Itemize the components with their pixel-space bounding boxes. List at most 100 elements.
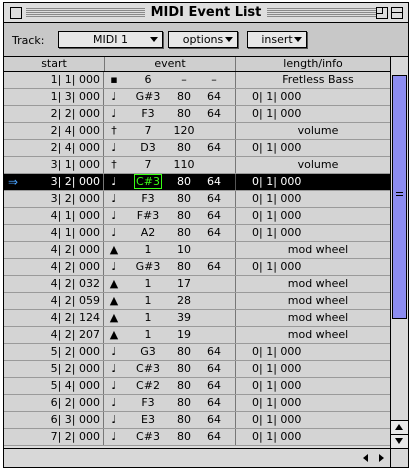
- table-row[interactable]: 2| 4| 000 ♩ D3 80 64 0| 1| 000: [4, 140, 390, 157]
- event-length-info[interactable]: mod wheel: [236, 310, 386, 326]
- event-value-2[interactable]: 10: [162, 242, 206, 258]
- event-value-2[interactable]: 120: [162, 123, 206, 139]
- event-value-3[interactable]: 64: [202, 174, 226, 190]
- event-value-1[interactable]: G#3: [134, 259, 162, 275]
- event-value-2[interactable]: 80: [162, 174, 206, 190]
- event-value-2[interactable]: 80: [162, 106, 206, 122]
- event-value-2[interactable]: 80: [162, 259, 206, 275]
- event-value-3[interactable]: –: [202, 72, 226, 88]
- event-value-3[interactable]: 64: [202, 395, 226, 411]
- event-value-3[interactable]: [202, 157, 226, 173]
- event-value-1[interactable]: 7: [134, 157, 162, 173]
- event-value-1[interactable]: F#3: [134, 208, 162, 224]
- event-value-2[interactable]: 19: [162, 327, 206, 343]
- event-value-1[interactable]: C#3: [134, 174, 162, 190]
- event-start[interactable]: 4| 2| 032: [4, 276, 104, 292]
- event-value-1[interactable]: A2: [134, 225, 162, 241]
- event-start[interactable]: 1| 3| 000: [4, 89, 104, 105]
- event-value-1[interactable]: C#3: [134, 361, 162, 377]
- event-value-3[interactable]: 64: [202, 412, 226, 428]
- event-value-1[interactable]: 1: [134, 242, 162, 258]
- close-box-icon[interactable]: [10, 7, 22, 19]
- scroll-right-arrow-icon[interactable]: [375, 452, 387, 464]
- event-start[interactable]: 4| 1| 000: [4, 208, 104, 224]
- event-start[interactable]: 6| 3| 000: [4, 412, 104, 428]
- table-row[interactable]: 5| 2| 000 ♩ C#3 80 64 0| 1| 000: [4, 361, 390, 378]
- table-row[interactable]: 2| 4| 000 † 7 120 volume: [4, 123, 390, 140]
- event-length-info[interactable]: 0| 1| 000: [236, 395, 390, 411]
- zoom-box-icon[interactable]: [376, 7, 388, 19]
- event-value-2[interactable]: 80: [162, 89, 206, 105]
- event-value-1[interactable]: 1: [134, 276, 162, 292]
- table-row[interactable]: 4| 2| 059 ▲ 1 28 mod wheel: [4, 293, 390, 310]
- event-value-2[interactable]: 80: [162, 429, 206, 445]
- table-row[interactable]: 4| 2| 000 ♩ G#3 80 64 0| 1| 000: [4, 259, 390, 276]
- insert-menu[interactable]: insert: [247, 31, 307, 48]
- table-row[interactable]: 5| 4| 000 ♩ C#2 80 64 0| 1| 000: [4, 378, 390, 395]
- table-row[interactable]: 4| 1| 000 ♩ F#3 80 64 0| 1| 000: [4, 208, 390, 225]
- event-length-info[interactable]: mod wheel: [236, 276, 386, 292]
- event-length-info[interactable]: 0| 1| 000: [236, 344, 390, 360]
- event-start[interactable]: 6| 2| 000: [4, 395, 104, 411]
- event-length-info[interactable]: 0| 1| 000: [236, 191, 390, 207]
- event-value-1[interactable]: D3: [134, 140, 162, 156]
- table-row[interactable]: 4| 2| 207 ▲ 1 19 mod wheel: [4, 327, 390, 344]
- event-value-3[interactable]: 64: [202, 140, 226, 156]
- column-header-length-info[interactable]: length/info: [236, 57, 390, 71]
- track-select[interactable]: MIDI 1: [58, 31, 163, 48]
- event-value-2[interactable]: 17: [162, 276, 206, 292]
- table-row[interactable]: 4| 2| 124 ▲ 1 39 mod wheel: [4, 310, 390, 327]
- event-length-info[interactable]: 0| 1| 000: [236, 225, 390, 241]
- event-start[interactable]: 4| 2| 059: [4, 293, 104, 309]
- table-row[interactable]: 3| 1| 000 † 7 110 volume: [4, 157, 390, 174]
- table-row[interactable]: 6| 3| 000 ♩ E3 80 64 0| 1| 000: [4, 412, 390, 429]
- event-value-2[interactable]: 80: [162, 361, 206, 377]
- scroll-down-arrow-icon[interactable]: [391, 434, 408, 448]
- table-row[interactable]: 1| 1| 000 ▪ 6– – Fretless Bass: [4, 72, 390, 89]
- event-value-1[interactable]: F3: [134, 395, 162, 411]
- options-menu[interactable]: options: [168, 31, 238, 48]
- event-length-info[interactable]: 0| 1| 000: [236, 106, 390, 122]
- event-length-info[interactable]: volume: [236, 157, 386, 173]
- event-start[interactable]: 5| 2| 000: [4, 344, 104, 360]
- event-value-3[interactable]: 64: [202, 344, 226, 360]
- event-length-info[interactable]: Fretless Bass: [236, 72, 386, 88]
- event-value-1[interactable]: G#3: [134, 89, 162, 105]
- event-start[interactable]: 4| 2| 000: [4, 259, 104, 275]
- event-value-2[interactable]: –: [162, 72, 206, 88]
- event-value-3[interactable]: [202, 293, 226, 309]
- table-row[interactable]: 5| 2| 000 ♩ G3 80 64 0| 1| 000: [4, 344, 390, 361]
- column-header-start[interactable]: start: [4, 57, 105, 71]
- event-value-2[interactable]: 80: [162, 412, 206, 428]
- event-length-info[interactable]: 0| 1| 000: [236, 378, 390, 394]
- event-value-3[interactable]: 64: [202, 259, 226, 275]
- event-value-1[interactable]: F3: [134, 191, 162, 207]
- event-value-3[interactable]: [202, 242, 226, 258]
- table-row[interactable]: 6| 2| 000 ♩ F3 80 64 0| 1| 000: [4, 395, 390, 412]
- table-row[interactable]: 4| 2| 000 ▲ 1 10 mod wheel: [4, 242, 390, 259]
- event-value-3[interactable]: 64: [202, 208, 226, 224]
- event-length-info[interactable]: 0| 1| 000: [236, 259, 390, 275]
- table-row[interactable]: 7| 2| 000 ♩ C#3 80 64 0| 1| 000: [4, 429, 390, 446]
- event-start[interactable]: 4| 2| 207: [4, 327, 104, 343]
- table-row[interactable]: ⇒ 3| 2| 000 ♩ C#3 80 64 0| 1| 000: [4, 174, 390, 191]
- event-value-3[interactable]: 64: [202, 106, 226, 122]
- event-start[interactable]: 4| 1| 000: [4, 225, 104, 241]
- event-value-3[interactable]: [202, 310, 226, 326]
- event-value-3[interactable]: 64: [202, 361, 226, 377]
- table-row[interactable]: 4| 2| 032 ▲ 1 17 mod wheel: [4, 276, 390, 293]
- event-length-info[interactable]: 0| 1| 000: [236, 412, 390, 428]
- event-value-1[interactable]: C#3: [134, 429, 162, 445]
- event-length-info[interactable]: 0| 1| 000: [236, 174, 390, 190]
- scroll-left-arrow-icon[interactable]: [360, 452, 372, 464]
- collapse-box-icon[interactable]: [391, 7, 403, 19]
- event-value-3[interactable]: [202, 123, 226, 139]
- event-value-3[interactable]: 64: [202, 378, 226, 394]
- event-value-3[interactable]: [202, 276, 226, 292]
- event-value-2[interactable]: 110: [162, 157, 206, 173]
- event-start[interactable]: 1| 1| 000: [4, 72, 104, 88]
- event-value-2[interactable]: 28: [162, 293, 206, 309]
- event-length-info[interactable]: 0| 1| 000: [236, 429, 390, 445]
- column-header-event[interactable]: event: [105, 57, 236, 71]
- event-start[interactable]: 2| 2| 000: [4, 106, 104, 122]
